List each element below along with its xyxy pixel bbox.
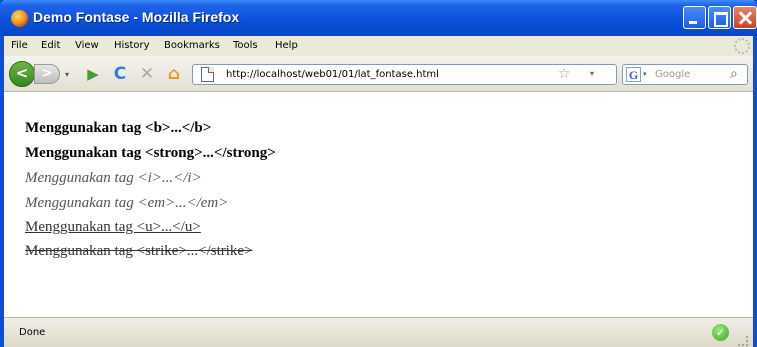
menu-edit[interactable]: Edit (41, 40, 60, 51)
bold-strong-line: Menggunakan tag <strong>...</strong> (25, 145, 276, 161)
url-dropdown-icon[interactable]: ▾ (590, 69, 594, 78)
window-title: Demo Fontase - Mozilla Firefox (33, 9, 240, 25)
maximize-button[interactable] (708, 6, 731, 29)
page-content: Menggunakan tag <b>...</b> Menggunakan t… (4, 92, 753, 317)
search-bar[interactable]: G ▾ Google ⌕ (622, 64, 748, 85)
title-bar[interactable]: Demo Fontase - Mozilla Firefox (0, 0, 757, 36)
history-dropdown-icon[interactable]: ▾ (65, 70, 69, 79)
status-bar: Done ✓ (4, 317, 753, 347)
navigation-toolbar: < > ▾ ▶ C ✕ ⌂ http://localhost/web01/01/… (4, 56, 753, 92)
italic-em-line: Menggunakan tag <em>...</em> (25, 195, 229, 211)
minimize-button[interactable] (683, 6, 706, 29)
star-icon[interactable]: ☆ (558, 66, 571, 82)
google-engine-icon[interactable]: G (626, 67, 641, 82)
forward-button[interactable]: > (34, 64, 60, 84)
back-button[interactable]: < (9, 61, 35, 87)
page-icon (201, 67, 214, 82)
search-input[interactable]: Google (655, 69, 690, 80)
check-icon[interactable]: ✓ (712, 324, 729, 341)
underline-u-line: Menggunakan tag <u>...</u> (25, 219, 201, 235)
resize-grip[interactable] (738, 336, 748, 346)
url-text[interactable]: http://localhost/web01/01/lat_fontase.ht… (226, 69, 439, 80)
activity-throbber-icon (734, 38, 750, 54)
reload-icon[interactable]: C (109, 63, 131, 85)
menu-file[interactable]: File (11, 40, 28, 51)
menu-view[interactable]: View (75, 40, 99, 51)
close-button[interactable] (733, 6, 757, 29)
status-text: Done (19, 327, 46, 338)
italic-i-line: Menggunakan tag <i>...</i> (25, 170, 202, 186)
menu-history[interactable]: History (114, 40, 150, 51)
strike-line: Menggunakan tag <strike>...</strike> (25, 243, 253, 259)
menu-tools[interactable]: Tools (233, 40, 258, 51)
menu-bar: File Edit View History Bookmarks Tools H… (4, 36, 753, 56)
address-bar[interactable]: http://localhost/web01/01/lat_fontase.ht… (192, 64, 617, 85)
bookmark-page-icon[interactable]: ▶ (82, 63, 104, 85)
menu-bookmarks[interactable]: Bookmarks (164, 40, 220, 51)
firefox-icon (11, 10, 28, 27)
menu-help[interactable]: Help (275, 40, 298, 51)
browser-window: Demo Fontase - Mozilla Firefox File Edit… (0, 0, 757, 347)
home-icon[interactable]: ⌂ (163, 63, 185, 85)
bold-b-line: Menggunakan tag <b>...</b> (25, 120, 212, 136)
stop-icon[interactable]: ✕ (136, 63, 158, 85)
engine-dropdown-icon[interactable]: ▾ (643, 70, 647, 78)
search-icon[interactable]: ⌕ (730, 66, 738, 82)
